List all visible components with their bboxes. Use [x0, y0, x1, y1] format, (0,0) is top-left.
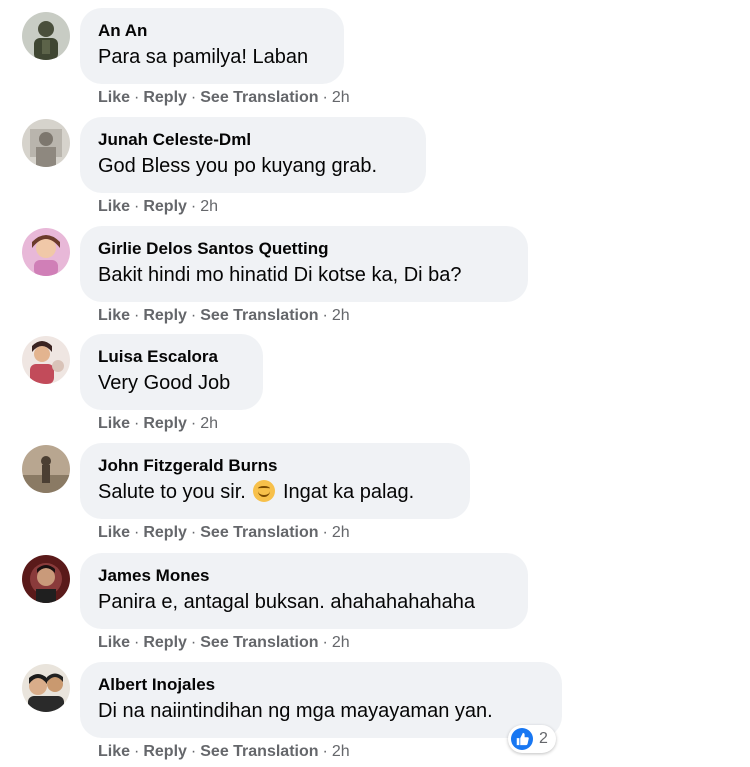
separator: · [134, 524, 140, 541]
reply-link[interactable]: Reply [143, 634, 187, 651]
separator: · [134, 743, 140, 760]
comment-bubble: Albert Inojales Di na naiintindihan ng m… [80, 662, 562, 738]
like-link[interactable]: Like [98, 743, 130, 760]
comment-actions: Like · Reply · 2h [98, 197, 218, 217]
comment-bubble: Girlie Delos Santos Quetting Bakit hindi… [80, 226, 528, 302]
comment-author[interactable]: Girlie Delos Santos Quetting [98, 238, 510, 260]
comment-text: God Bless you po kuyang grab. [98, 155, 378, 177]
separator: · [134, 634, 140, 651]
comment-bubble: James Mones Panira e, antagal buksan. ah… [80, 553, 528, 629]
smiling-face-emoji-icon [253, 480, 276, 502]
see-translation-link[interactable]: See Translation [200, 634, 318, 651]
avatar[interactable] [22, 664, 70, 712]
comment-bubble: An An Para sa pamilya! Laban [80, 8, 344, 84]
see-translation-link[interactable]: See Translation [200, 743, 318, 760]
separator: · [190, 307, 197, 324]
comment-bubble: Junah Celeste-Dml God Bless you po kuyan… [80, 117, 426, 193]
avatar[interactable] [22, 228, 70, 276]
separator: · [322, 307, 328, 324]
see-translation-link[interactable]: See Translation [200, 89, 318, 106]
comment-author[interactable]: Luisa Escalora [98, 346, 245, 368]
separator: · [190, 198, 197, 215]
separator: · [190, 743, 197, 760]
comment-actions: Like · Reply · 2h [98, 414, 218, 434]
comment-text-part: Salute to you sir. [98, 481, 246, 503]
reply-link[interactable]: Reply [143, 743, 187, 760]
comment-actions: Like · Reply · See Translation · 2h [98, 306, 350, 326]
separator: · [322, 634, 328, 651]
timestamp[interactable]: 2h [332, 89, 350, 106]
comment-bubble: Luisa Escalora Very Good Job [80, 334, 263, 410]
comment-actions: Like · Reply · See Translation · 2h [98, 742, 350, 762]
avatar[interactable] [22, 555, 70, 603]
separator: · [190, 415, 197, 432]
comment-text: Salute to you sir. Ingat ka palag. [98, 479, 452, 505]
timestamp[interactable]: 2h [332, 743, 350, 760]
comment-author[interactable]: Albert Inojales [98, 674, 544, 696]
comment-author[interactable]: James Mones [98, 565, 510, 587]
timestamp[interactable]: 2h [332, 634, 350, 651]
comment-text: Di na naiintindihan ng mga mayayaman yan… [98, 700, 493, 722]
reply-link[interactable]: Reply [143, 198, 187, 215]
comment-text: Very Good Job [98, 372, 231, 394]
avatar[interactable] [22, 12, 70, 60]
see-translation-link[interactable]: See Translation [200, 524, 318, 541]
reply-link[interactable]: Reply [143, 524, 187, 541]
reaction-count: 2 [539, 730, 548, 747]
like-link[interactable]: Like [98, 307, 130, 324]
comment-bubble: John Fitzgerald Burns Salute to you sir.… [80, 443, 470, 519]
reply-link[interactable]: Reply [143, 415, 187, 432]
comment-text: Bakit hindi mo hinatid Di kotse ka, Di b… [98, 264, 462, 286]
separator: · [190, 524, 197, 541]
like-link[interactable]: Like [98, 524, 130, 541]
separator: · [134, 89, 140, 106]
timestamp[interactable]: 2h [200, 415, 218, 432]
comment-actions: Like · Reply · See Translation · 2h [98, 633, 350, 653]
reply-link[interactable]: Reply [143, 307, 187, 324]
comment-text: Panira e, antagal buksan. ahahahahahaha [98, 591, 475, 613]
comment-text: Para sa pamilya! Laban [98, 46, 309, 68]
avatar[interactable] [22, 336, 70, 384]
reaction-summary[interactable]: 2 [508, 725, 556, 753]
timestamp[interactable]: 2h [332, 307, 350, 324]
thumbs-up-icon [511, 728, 533, 750]
separator: · [190, 634, 197, 651]
like-link[interactable]: Like [98, 634, 130, 651]
separator: · [322, 524, 328, 541]
timestamp[interactable]: 2h [332, 524, 350, 541]
comment-author[interactable]: An An [98, 20, 326, 42]
comment-author[interactable]: John Fitzgerald Burns [98, 455, 452, 477]
comment-actions: Like · Reply · See Translation · 2h [98, 523, 350, 543]
separator: · [134, 198, 140, 215]
reply-link[interactable]: Reply [143, 89, 187, 106]
comment-actions: Like · Reply · See Translation · 2h [98, 88, 350, 108]
separator: · [134, 415, 140, 432]
separator: · [134, 307, 140, 324]
separator: · [322, 89, 328, 106]
timestamp[interactable]: 2h [200, 198, 218, 215]
like-link[interactable]: Like [98, 89, 130, 106]
like-link[interactable]: Like [98, 415, 130, 432]
see-translation-link[interactable]: See Translation [200, 307, 318, 324]
separator: · [322, 743, 328, 760]
avatar[interactable] [22, 445, 70, 493]
separator: · [190, 89, 197, 106]
comment-author[interactable]: Junah Celeste-Dml [98, 129, 408, 151]
avatar[interactable] [22, 119, 70, 167]
like-link[interactable]: Like [98, 198, 130, 215]
comment-text-part: Ingat ka palag. [283, 481, 415, 503]
